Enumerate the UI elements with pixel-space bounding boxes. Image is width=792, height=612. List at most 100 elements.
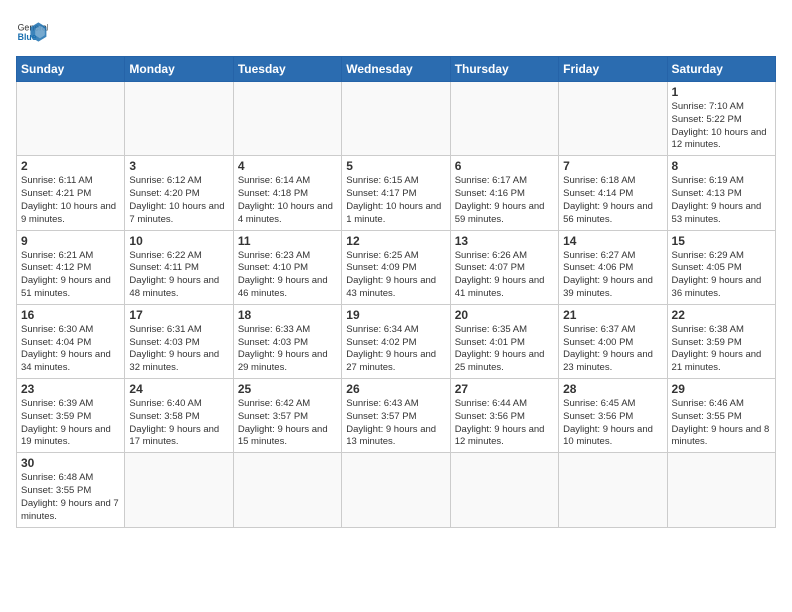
day-number: 14 [563, 234, 662, 248]
day-cell: 10 Sunrise: 6:22 AM Sunset: 4:11 PM Dayli… [125, 230, 233, 304]
logo-icon: General Blue [16, 16, 48, 48]
day-number: 29 [672, 382, 771, 396]
day-cell: 17Sunrise: 6:31 AM Sunset: 4:03 PM Dayli… [125, 304, 233, 378]
week-row-5: 30 Sunrise: 6:48 AM Sunset: 3:55 PM Dayli… [17, 453, 776, 527]
col-header-wednesday: Wednesday [342, 57, 450, 82]
day-number: 21 [563, 308, 662, 322]
page-header: General Blue [16, 16, 776, 48]
day-info: Sunrise: 7:10 AM Sunset: 5:22 PM Dayligh… [672, 101, 771, 152]
day-number: 23 [21, 382, 120, 396]
day-info: Sunrise: 6:46 AM Sunset: 3:55 PM Dayligh… [672, 398, 771, 449]
day-info: Sunrise: 6:35 AM Sunset: 4:01 PM Dayligh… [455, 324, 554, 375]
day-cell: 12Sunrise: 6:25 AM Sunset: 4:09 PM Dayli… [342, 230, 450, 304]
day-info: Sunrise: 6:18 AM Sunset: 4:14 PM Dayligh… [563, 175, 662, 226]
col-header-sunday: Sunday [17, 57, 125, 82]
day-number: 11 [238, 234, 337, 248]
day-info: Sunrise: 6:23 AM Sunset: 4:10 PM Dayligh… [238, 250, 337, 301]
day-cell: 19 Sunrise: 6:34 AM Sunset: 4:02 PM Dayli… [342, 304, 450, 378]
day-info: Sunrise: 6:30 AM Sunset: 4:04 PM Dayligh… [21, 324, 120, 375]
day-cell: 7 Sunrise: 6:18 AM Sunset: 4:14 PM Daylig… [559, 156, 667, 230]
day-cell [559, 453, 667, 527]
day-number: 3 [129, 159, 228, 173]
day-cell: 20 Sunrise: 6:35 AM Sunset: 4:01 PM Dayli… [450, 304, 558, 378]
day-number: 22 [672, 308, 771, 322]
day-number: 19 [346, 308, 445, 322]
day-cell: 21 Sunrise: 6:37 AM Sunset: 4:00 PM Dayli… [559, 304, 667, 378]
day-number: 26 [346, 382, 445, 396]
day-cell: 8 Sunrise: 6:19 AM Sunset: 4:13 PM Daylig… [667, 156, 775, 230]
day-cell [450, 453, 558, 527]
day-number: 15 [672, 234, 771, 248]
day-cell [342, 453, 450, 527]
day-cell: 25 Sunrise: 6:42 AM Sunset: 3:57 PM Dayli… [233, 379, 341, 453]
calendar-header: SundayMondayTuesdayWednesdayThursdayFrid… [17, 57, 776, 82]
day-number: 25 [238, 382, 337, 396]
day-cell: 9 Sunrise: 6:21 AM Sunset: 4:12 PM Daylig… [17, 230, 125, 304]
day-info: Sunrise: 6:22 AM Sunset: 4:11 PM Dayligh… [129, 250, 228, 301]
day-cell: 2 Sunrise: 6:11 AM Sunset: 4:21 PM Daylig… [17, 156, 125, 230]
day-number: 9 [21, 234, 120, 248]
day-cell [342, 82, 450, 156]
day-number: 7 [563, 159, 662, 173]
day-cell: 29 Sunrise: 6:46 AM Sunset: 3:55 PM Dayli… [667, 379, 775, 453]
day-info: Sunrise: 6:37 AM Sunset: 4:00 PM Dayligh… [563, 324, 662, 375]
day-cell: 3Sunrise: 6:12 AM Sunset: 4:20 PM Daylig… [125, 156, 233, 230]
day-info: Sunrise: 6:33 AM Sunset: 4:03 PM Dayligh… [238, 324, 337, 375]
day-info: Sunrise: 6:21 AM Sunset: 4:12 PM Dayligh… [21, 250, 120, 301]
day-info: Sunrise: 6:48 AM Sunset: 3:55 PM Dayligh… [21, 472, 120, 523]
day-number: 10 [129, 234, 228, 248]
day-cell: 5 Sunrise: 6:15 AM Sunset: 4:17 PM Daylig… [342, 156, 450, 230]
day-number: 20 [455, 308, 554, 322]
day-cell [450, 82, 558, 156]
day-info: Sunrise: 6:15 AM Sunset: 4:17 PM Dayligh… [346, 175, 445, 226]
day-info: Sunrise: 6:19 AM Sunset: 4:13 PM Dayligh… [672, 175, 771, 226]
day-cell: 1 Sunrise: 7:10 AM Sunset: 5:22 PM Daylig… [667, 82, 775, 156]
day-number: 2 [21, 159, 120, 173]
col-header-monday: Monday [125, 57, 233, 82]
col-header-tuesday: Tuesday [233, 57, 341, 82]
day-cell: 11 Sunrise: 6:23 AM Sunset: 4:10 PM Dayli… [233, 230, 341, 304]
day-number: 13 [455, 234, 554, 248]
day-info: Sunrise: 6:11 AM Sunset: 4:21 PM Dayligh… [21, 175, 120, 226]
day-cell: 23 Sunrise: 6:39 AM Sunset: 3:59 PM Dayli… [17, 379, 125, 453]
day-number: 24 [129, 382, 228, 396]
col-header-saturday: Saturday [667, 57, 775, 82]
week-row-3: 16 Sunrise: 6:30 AM Sunset: 4:04 PM Dayli… [17, 304, 776, 378]
day-cell [125, 82, 233, 156]
day-info: Sunrise: 6:14 AM Sunset: 4:18 PM Dayligh… [238, 175, 337, 226]
day-cell: 15Sunrise: 6:29 AM Sunset: 4:05 PM Dayli… [667, 230, 775, 304]
day-cell: 24Sunrise: 6:40 AM Sunset: 3:58 PM Dayli… [125, 379, 233, 453]
day-info: Sunrise: 6:39 AM Sunset: 3:59 PM Dayligh… [21, 398, 120, 449]
day-number: 28 [563, 382, 662, 396]
day-info: Sunrise: 6:42 AM Sunset: 3:57 PM Dayligh… [238, 398, 337, 449]
day-number: 16 [21, 308, 120, 322]
day-cell [125, 453, 233, 527]
calendar-table: SundayMondayTuesdayWednesdayThursdayFrid… [16, 56, 776, 528]
day-cell [233, 82, 341, 156]
week-row-1: 2 Sunrise: 6:11 AM Sunset: 4:21 PM Daylig… [17, 156, 776, 230]
day-cell: 22 Sunrise: 6:38 AM Sunset: 3:59 PM Dayli… [667, 304, 775, 378]
col-header-thursday: Thursday [450, 57, 558, 82]
day-number: 18 [238, 308, 337, 322]
day-number: 1 [672, 85, 771, 99]
day-number: 8 [672, 159, 771, 173]
day-cell [233, 453, 341, 527]
day-info: Sunrise: 6:34 AM Sunset: 4:02 PM Dayligh… [346, 324, 445, 375]
day-info: Sunrise: 6:38 AM Sunset: 3:59 PM Dayligh… [672, 324, 771, 375]
day-cell: 30 Sunrise: 6:48 AM Sunset: 3:55 PM Dayli… [17, 453, 125, 527]
day-number: 27 [455, 382, 554, 396]
col-header-friday: Friday [559, 57, 667, 82]
day-cell: 18 Sunrise: 6:33 AM Sunset: 4:03 PM Dayli… [233, 304, 341, 378]
week-row-0: 1 Sunrise: 7:10 AM Sunset: 5:22 PM Daylig… [17, 82, 776, 156]
day-cell: 28Sunrise: 6:45 AM Sunset: 3:56 PM Dayli… [559, 379, 667, 453]
day-info: Sunrise: 6:17 AM Sunset: 4:16 PM Dayligh… [455, 175, 554, 226]
day-number: 5 [346, 159, 445, 173]
day-number: 17 [129, 308, 228, 322]
logo: General Blue [16, 16, 52, 48]
day-info: Sunrise: 6:44 AM Sunset: 3:56 PM Dayligh… [455, 398, 554, 449]
day-cell: 27 Sunrise: 6:44 AM Sunset: 3:56 PM Dayli… [450, 379, 558, 453]
day-info: Sunrise: 6:27 AM Sunset: 4:06 PM Dayligh… [563, 250, 662, 301]
day-cell: 13Sunrise: 6:26 AM Sunset: 4:07 PM Dayli… [450, 230, 558, 304]
day-cell [667, 453, 775, 527]
day-number: 30 [21, 456, 120, 470]
